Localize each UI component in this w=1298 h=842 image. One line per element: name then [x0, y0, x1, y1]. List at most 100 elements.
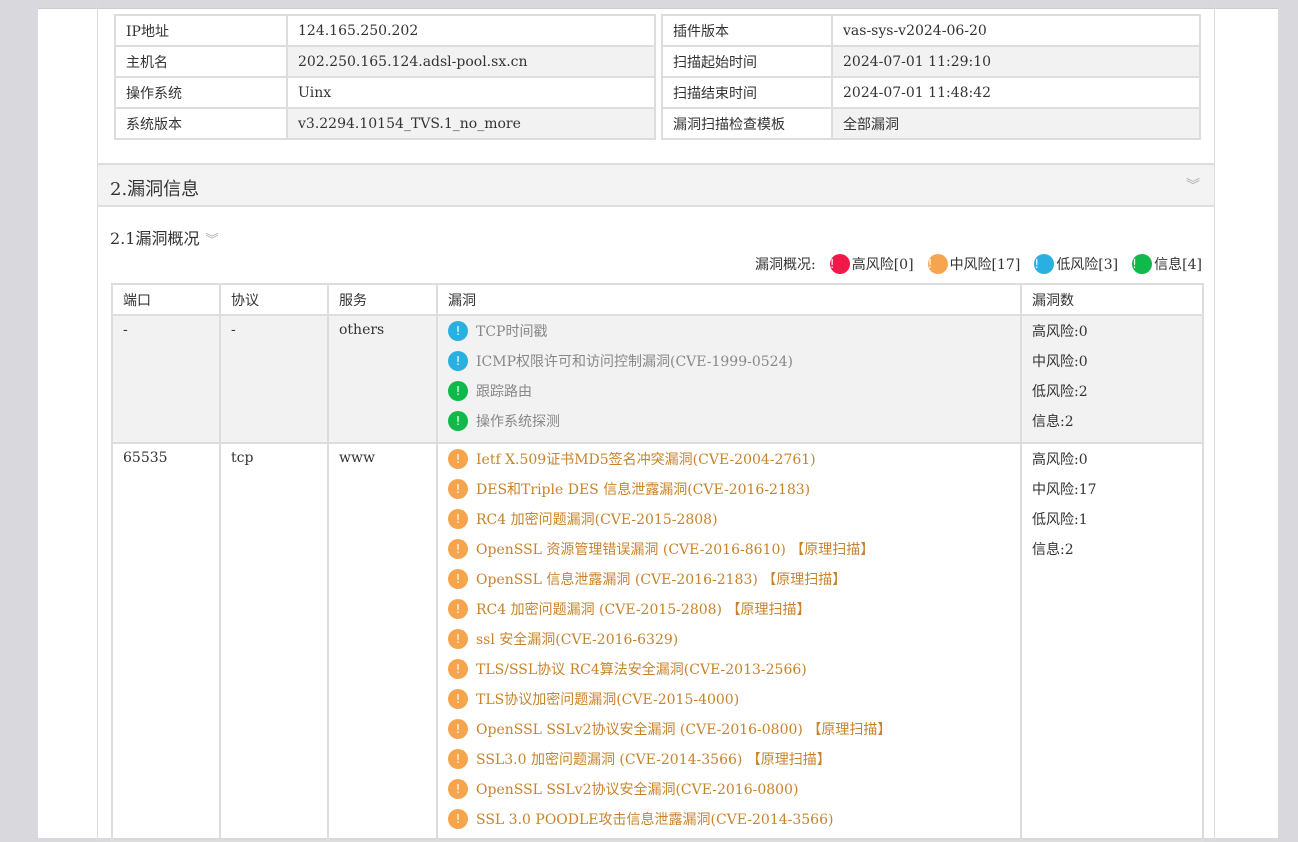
vuln-name[interactable]: OpenSSL 资源管理错误漏洞 (CVE-2016-8610) 【原理扫描】	[476, 539, 874, 559]
vuln-name[interactable]: 跟踪路由	[476, 381, 532, 401]
table-header-row: 端口 协议 服务 漏洞 漏洞数	[111, 283, 1204, 316]
risk-alert-icon: !	[448, 479, 468, 499]
info-value: 2024-07-01 11:29:10	[831, 45, 1201, 78]
collapse-chevron-icon[interactable]: ︾	[1186, 175, 1200, 195]
risk-alert-icon: !	[448, 719, 468, 739]
protocol-cell: -	[219, 314, 329, 444]
vuln-name[interactable]: DES和Triple DES 信息泄露漏洞(CVE-2016-2183)	[476, 479, 810, 499]
risk-alert-icon: !	[448, 659, 468, 679]
legend-item: ! 中风险[17]	[927, 254, 1021, 274]
risk-alert-icon: !	[448, 569, 468, 589]
info-label: 扫描起始时间	[661, 45, 833, 78]
section-header[interactable]: 2.漏洞信息 ︾	[98, 163, 1214, 207]
info-row: 系统版本 v3.2294.10154_TVS.1_no_more	[114, 107, 656, 140]
column-header: 端口	[111, 283, 221, 316]
column-header: 漏洞	[436, 283, 1022, 316]
info-row: 扫描起始时间 2024-07-01 11:29:10	[661, 45, 1201, 78]
vuln-item[interactable]: ! ssl 安全漏洞(CVE-2016-6329)	[448, 624, 1010, 654]
risk-alert-icon: !	[448, 321, 468, 341]
vuln-item[interactable]: ! ICMP权限许可和访问控制漏洞(CVE-1999-0524)	[448, 346, 1010, 376]
risk-alert-icon: !	[1132, 254, 1153, 274]
risk-alert-icon: !	[448, 351, 468, 371]
vuln-name[interactable]: RC4 加密问题漏洞(CVE-2015-2808)	[476, 509, 718, 529]
vuln-item[interactable]: ! 操作系统探测	[448, 406, 1010, 436]
info-value: 2024-07-01 11:48:42	[831, 76, 1201, 109]
vuln-cell: ! TCP时间戳! ICMP权限许可和访问控制漏洞(CVE-1999-0524)! 跟…	[436, 314, 1022, 444]
vuln-name[interactable]: OpenSSL SSLv2协议安全漏洞 (CVE-2016-0800) 【原理扫…	[476, 719, 891, 739]
vuln-item[interactable]: ! SSL3.0 加密问题漏洞 (CVE-2014-3566) 【原理扫描】	[448, 744, 1010, 774]
info-value: 124.165.250.202	[286, 14, 656, 47]
section-title: 2.漏洞信息	[110, 179, 200, 200]
info-value: v3.2294.10154_TVS.1_no_more	[286, 107, 656, 140]
vuln-name[interactable]: ssl 安全漏洞(CVE-2016-6329)	[476, 629, 678, 649]
legend-text: 中风险[17]	[949, 257, 1021, 273]
vuln-item[interactable]: ! OpenSSL 资源管理错误漏洞 (CVE-2016-8610) 【原理扫描】	[448, 534, 1010, 564]
vuln-item[interactable]: ! OpenSSL 信息泄露漏洞 (CVE-2016-2183) 【原理扫描】	[448, 564, 1010, 594]
info-value: 全部漏洞	[831, 107, 1201, 140]
risk-alert-icon: !	[448, 689, 468, 709]
vuln-item[interactable]: ! RC4 加密问题漏洞 (CVE-2015-2808) 【原理扫描】	[448, 594, 1010, 624]
count-cell: 高风险:0 中风险:0 低风险:2 信息:2	[1020, 314, 1204, 444]
risk-alert-icon: !	[829, 254, 850, 274]
vuln-item[interactable]: ! Ietf X.509证书MD5签名冲突漏洞(CVE-2004-2761)	[448, 444, 1010, 474]
vuln-cell: ! Ietf X.509证书MD5签名冲突漏洞(CVE-2004-2761)! DE…	[436, 442, 1022, 842]
info-label: 漏洞扫描检查模板	[661, 107, 833, 140]
risk-alert-icon: !	[448, 411, 468, 431]
vuln-item[interactable]: ! RC4 加密问题漏洞(CVE-2015-2808)	[448, 504, 1010, 534]
vuln-item[interactable]: ! TCP时间戳	[448, 316, 1010, 346]
risk-count: 高风险:0	[1032, 452, 1088, 468]
info-label: 操作系统	[114, 76, 288, 109]
risk-alert-icon: !	[448, 539, 468, 559]
vuln-name[interactable]: TCP时间戳	[476, 321, 547, 341]
count-cell: 高风险:0 中风险:17 低风险:1 信息:2	[1020, 442, 1204, 842]
risk-count: 低风险:2	[1032, 384, 1088, 400]
risk-alert-icon: !	[448, 779, 468, 799]
risk-count: 中风险:17	[1032, 482, 1097, 498]
vuln-name[interactable]: ICMP权限许可和访问控制漏洞(CVE-1999-0524)	[476, 351, 793, 371]
vuln-name[interactable]: TLS协议加密问题漏洞(CVE-2015-4000)	[476, 689, 739, 709]
legend-text: 信息[4]	[1154, 257, 1202, 273]
port-cell: -	[111, 314, 221, 444]
column-header: 服务	[327, 283, 438, 316]
risk-count: 高风险:0	[1032, 324, 1088, 340]
table-row: 65535 tcp www! Ietf X.509证书MD5签名冲突漏洞(CVE-20…	[111, 442, 1204, 842]
vuln-item[interactable]: ! 跟踪路由	[448, 376, 1010, 406]
info-row: 扫描结束时间 2024-07-01 11:48:42	[661, 76, 1201, 109]
vuln-item[interactable]: ! TLS协议加密问题漏洞(CVE-2015-4000)	[448, 684, 1010, 714]
vuln-item[interactable]: ! TLS/SSL协议 RC4算法安全漏洞(CVE-2013-2566)	[448, 654, 1010, 684]
vuln-name[interactable]: OpenSSL SSLv2协议安全漏洞(CVE-2016-0800)	[476, 779, 798, 799]
risk-count: 信息:2	[1032, 414, 1074, 430]
chevron-down-icon[interactable]: ︾	[205, 233, 218, 248]
vuln-item[interactable]: ! OpenSSL SSLv2协议安全漏洞(CVE-2016-0800)	[448, 774, 1010, 804]
service-cell: others	[327, 314, 438, 444]
info-row: 操作系统 Uinx	[114, 76, 656, 109]
info-label: IP地址	[114, 14, 288, 47]
info-label: 系统版本	[114, 107, 288, 140]
vuln-item[interactable]: ! OpenSSL SSLv2协议安全漏洞 (CVE-2016-0800) 【原理…	[448, 714, 1010, 744]
vuln-name[interactable]: OpenSSL 信息泄露漏洞 (CVE-2016-2183) 【原理扫描】	[476, 569, 846, 589]
vuln-name[interactable]: Ietf X.509证书MD5签名冲突漏洞(CVE-2004-2761)	[476, 449, 816, 469]
legend-item: ! 信息[4]	[1132, 254, 1202, 274]
vuln-name[interactable]: SSL3.0 加密问题漏洞 (CVE-2014-3566) 【原理扫描】	[476, 749, 831, 769]
report-page: IP地址 124.165.250.202 主机名 202.250.165.124.ad…	[38, 1, 1278, 842]
risk-alert-icon: !	[448, 749, 468, 769]
vuln-name[interactable]: TLS/SSL协议 RC4算法安全漏洞(CVE-2013-2566)	[476, 659, 807, 679]
legend-item: ! 低风险[3]	[1034, 254, 1118, 274]
vuln-name[interactable]: 操作系统探测	[476, 411, 560, 431]
info-label: 插件版本	[661, 14, 833, 47]
subsection-header[interactable]: 2.1漏洞概况 ︾	[110, 225, 218, 249]
info-row: 插件版本 vas-sys-v2024-06-20	[661, 14, 1201, 47]
risk-alert-icon: !	[448, 629, 468, 649]
vuln-name[interactable]: SSL 3.0 POODLE攻击信息泄露漏洞(CVE-2014-3566)	[476, 809, 833, 829]
legend-item: ! 高风险[0]	[829, 254, 914, 274]
info-value: 202.250.165.124.adsl-pool.sx.cn	[286, 45, 656, 78]
risk-count: 中风险:0	[1032, 354, 1088, 370]
risk-alert-icon: !	[1034, 254, 1055, 274]
info-label: 主机名	[114, 45, 288, 78]
vuln-name[interactable]: RC4 加密问题漏洞 (CVE-2015-2808) 【原理扫描】	[476, 599, 810, 619]
legend-label: 漏洞概况:	[755, 257, 816, 273]
report-panel: IP地址 124.165.250.202 主机名 202.250.165.124.ad…	[97, 1, 1215, 842]
port-cell: 65535	[111, 442, 221, 842]
risk-alert-icon: !	[448, 599, 468, 619]
vuln-item[interactable]: ! DES和Triple DES 信息泄露漏洞(CVE-2016-2183)	[448, 474, 1010, 504]
